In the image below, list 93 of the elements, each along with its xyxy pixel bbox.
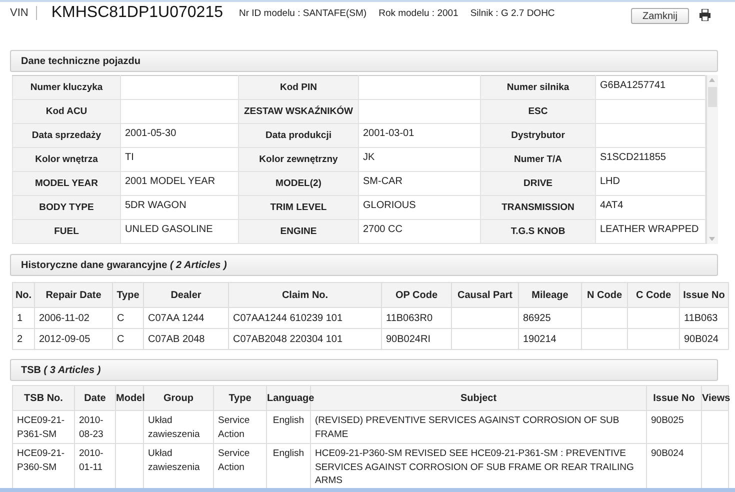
- table-cell: 11B063: [684, 312, 718, 324]
- field-label: Numer silnika: [480, 76, 596, 100]
- table-cell: C07AB 2048: [148, 334, 205, 344]
- column-header: Dealer: [144, 282, 228, 308]
- field-label: Kolor wnętrza: [12, 148, 120, 172]
- column-header: Mileage: [518, 282, 582, 308]
- field-label: MODEL YEAR: [12, 172, 120, 196]
- field-label: DRIVE: [480, 172, 596, 196]
- field-value: LEATHER WRAPPED: [600, 224, 699, 235]
- vin-label: VIN: [10, 7, 28, 19]
- field-value: S1SCD211855: [600, 152, 666, 163]
- field-label: Kod ACU: [12, 100, 120, 124]
- table-cell: English: [272, 448, 304, 459]
- table-cell: HCE09-21-P361-SM: [17, 415, 65, 440]
- column-header: Model: [116, 386, 144, 410]
- field-label: ESC: [480, 100, 596, 124]
- field-label: Numer T/A: [480, 148, 596, 172]
- table-cell: Service Action: [218, 448, 250, 472]
- column-header: OP Code: [382, 282, 452, 308]
- field-value: UNLED GASOLINE: [125, 224, 213, 235]
- field-value: SM-CAR: [363, 176, 402, 187]
- field-label: ZESTAW WSKAŹNIKÓW: [238, 100, 358, 124]
- field-label: BODY TYPE: [12, 196, 120, 220]
- field-value: 2001-03-01: [363, 128, 414, 139]
- field-label: TRIM LEVEL: [238, 196, 358, 220]
- table-cell: (REVISED) PREVENTIVE SERVICES AGAINST CORROSION OF SUB FRAME: [315, 415, 620, 440]
- column-header: Issue No: [680, 282, 728, 308]
- field-value: G6BA1257741: [600, 80, 666, 91]
- field-value: 4AT4: [600, 200, 624, 211]
- field-value: 2001-05-30: [125, 128, 176, 139]
- table-cell: C07AB2048 220304 101: [233, 334, 343, 344]
- field-label: Data produkcji: [238, 124, 358, 148]
- table-cell: 2: [17, 334, 23, 344]
- field-value: 5DR WAGON: [125, 200, 186, 211]
- column-header: Type: [214, 386, 266, 410]
- table-cell: 190214: [523, 334, 556, 344]
- table-cell: 11B063R0: [386, 312, 433, 324]
- field-label: Dystrybutor: [480, 124, 596, 148]
- table-cell: Układ zawieszenia: [148, 448, 200, 472]
- table-cell: Układ zawieszenia: [148, 415, 200, 440]
- column-header: N Code: [582, 282, 628, 308]
- column-header: C Code: [628, 282, 680, 308]
- field-label: T.G.S KNOB: [480, 220, 596, 244]
- column-header: No.: [12, 282, 34, 308]
- column-header: Repair Date: [34, 282, 112, 308]
- table-cell: 2006-11-02: [39, 312, 90, 324]
- field-value: 2700 CC: [363, 224, 402, 235]
- table-cell: 2010-01-11: [79, 448, 104, 472]
- section-title: Historyczne dane gwarancyjne ( 2 Articles ): [21, 260, 227, 270]
- table-cell: 90B025: [651, 415, 684, 426]
- close-button[interactable]: Zamknij: [631, 8, 689, 24]
- column-header: Group: [144, 386, 214, 410]
- column-header: Claim No.: [228, 282, 382, 308]
- field-value: JK: [363, 152, 375, 163]
- table-cell: C: [117, 334, 124, 344]
- table-cell: English: [272, 415, 304, 426]
- table-cell: 1: [17, 312, 23, 324]
- table-cell: C07AA 1244: [148, 312, 204, 324]
- model-id: Nr ID modelu : SANTAFE(SM): [239, 8, 367, 18]
- field-label: ENGINE: [238, 220, 358, 244]
- table-cell: 90B024: [684, 334, 718, 344]
- field-label: FUEL: [12, 220, 120, 244]
- column-header: Causal Part: [452, 282, 518, 308]
- table-cell: Service Action: [218, 415, 250, 440]
- table-cell: 90B024RI: [386, 334, 430, 344]
- table-cell: C: [117, 312, 124, 324]
- column-header: Issue No: [646, 386, 702, 410]
- model-year: Rok modelu : 2001: [378, 8, 458, 18]
- field-label: Numer kluczyka: [12, 76, 120, 100]
- table-cell: HCE09-21-P360-SM: [17, 448, 65, 472]
- column-header: Date: [74, 386, 116, 410]
- table-cell: C07AA1244 610239 101: [233, 312, 343, 324]
- field-label: Kod PIN: [238, 76, 358, 100]
- field-value: LHD: [600, 176, 620, 187]
- section-title: TSB ( 3 Articles ): [21, 364, 101, 376]
- field-label: Kolor zewnętrzny: [238, 148, 358, 172]
- table-cell: 2010-08-23: [79, 415, 104, 440]
- field-value: 2001 MODEL YEAR: [125, 176, 216, 187]
- field-label: TRANSMISSION: [480, 196, 596, 220]
- vin-number: KMHSC81DP1U070215: [51, 4, 223, 22]
- column-header: Type: [112, 282, 144, 308]
- column-header: TSB No.: [12, 386, 74, 410]
- table-cell: HCE09-21-P360-SM REVISED SEE HCE09-21-P361-SM : PREVENTIVE SERVICES AGAINST CORROSION OF SUB FRAME OR REAR TRAILING ARMS: [315, 448, 634, 486]
- field-value: GLORIOUS: [363, 200, 416, 211]
- table-cell: 90B024: [651, 448, 684, 459]
- table-cell: 86925: [523, 312, 551, 324]
- engine-info: Silnik : G 2.7 DOHC: [470, 8, 555, 18]
- table-cell: 2012-09-05: [39, 334, 90, 344]
- column-header: Views: [702, 386, 728, 410]
- field-value: TI: [125, 152, 134, 163]
- section-title: Dane techniczne pojazdu: [21, 56, 140, 66]
- field-label: Data sprzedaży: [12, 124, 120, 148]
- field-label: MODEL(2): [238, 172, 358, 196]
